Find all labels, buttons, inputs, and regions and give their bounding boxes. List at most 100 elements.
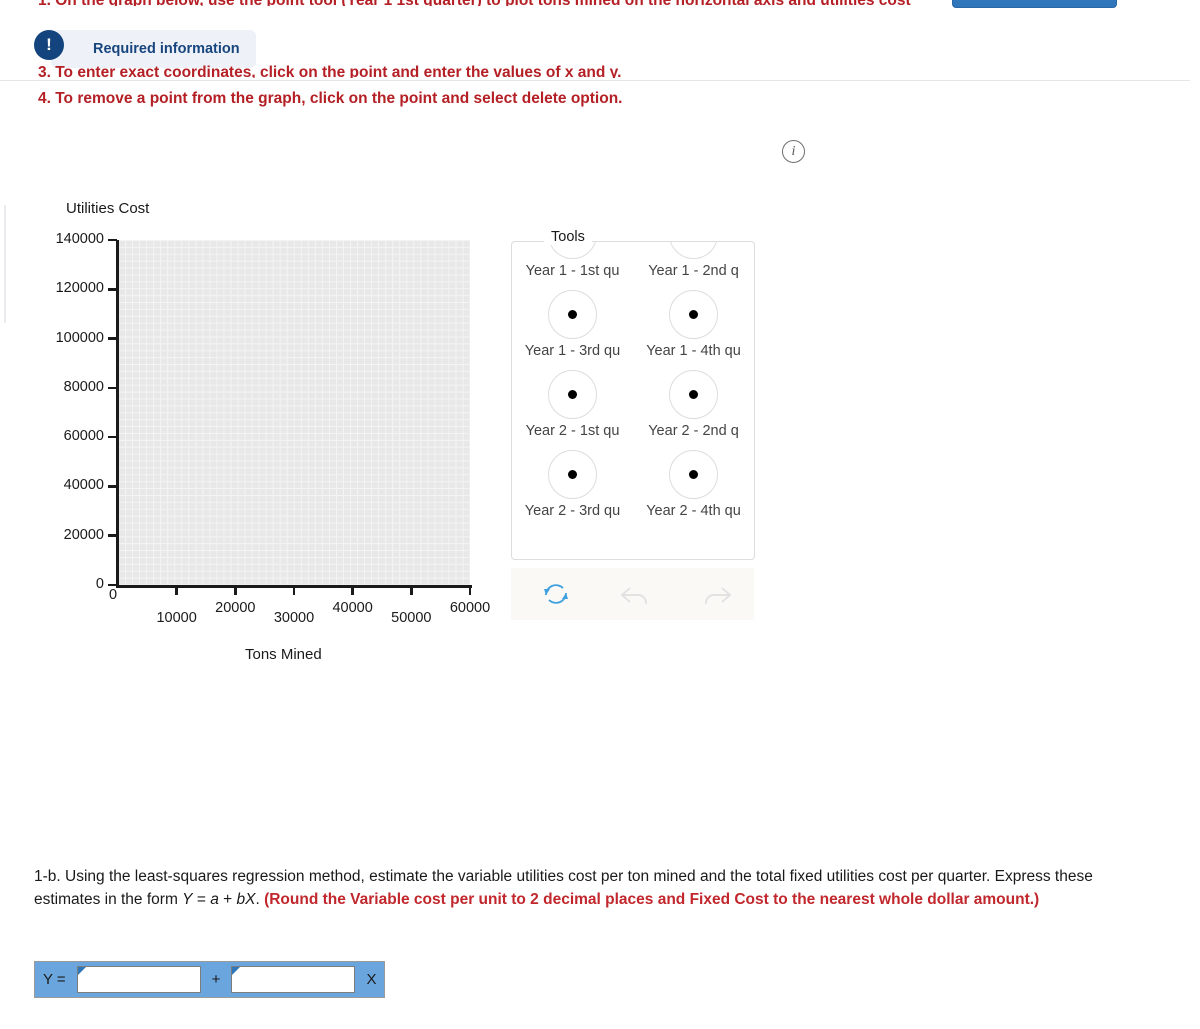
chart-x-tick [410, 586, 413, 595]
chart-y-tick [108, 288, 117, 291]
tool-year1-q3-label: Year 1 - 3rd qu [524, 343, 621, 359]
point-tool-icon[interactable] [548, 370, 597, 419]
chart-y-tick-label-wrap: 60000 [18, 428, 104, 446]
reset-icon[interactable] [539, 578, 573, 610]
tools-action-bar [511, 568, 754, 620]
formula-a: a [210, 891, 219, 908]
chart-y-tick-label: 80000 [63, 378, 104, 395]
tool-year2-q3-label: Year 2 - 3rd qu [524, 503, 621, 519]
chart-y-tick [108, 534, 117, 537]
formula-eq: = [192, 891, 211, 908]
tool-year1-q1[interactable]: Year 1 - 1st qu [512, 242, 633, 279]
variable-cost-input[interactable] [232, 967, 355, 992]
chart-x-tick [292, 586, 296, 595]
chart-y-tick-label: 100000 [55, 329, 104, 346]
chart-x-tick [468, 586, 472, 595]
point-tool-icon[interactable] [548, 290, 597, 339]
chart-x-tick-label: 50000 [391, 610, 432, 626]
chart-y-tick-label-wrap: 80000 [18, 379, 104, 397]
page-root: 1. On the graph below, use the point too… [0, 0, 1200, 1029]
redo-icon[interactable] [699, 578, 733, 610]
chart-x-tick-label: 10000 [156, 610, 197, 626]
tool-year2-q4-label: Year 2 - 4th qu [646, 503, 741, 519]
point-tool-icon[interactable] [669, 242, 718, 259]
chart-y-tick-label-wrap: 40000 [18, 477, 104, 495]
submit-button[interactable] [952, 0, 1117, 8]
tool-year2-q2[interactable]: Year 2 - 2nd q [633, 370, 754, 439]
point-dot-icon [689, 390, 698, 399]
formula-y: Y [182, 891, 193, 908]
chart-y-tick-label: 20000 [63, 526, 104, 543]
point-tool-icon[interactable] [669, 450, 718, 499]
fixed-cost-input-wrap[interactable] [76, 966, 201, 993]
chart-x-tick-label: 40000 [332, 600, 373, 616]
fixed-cost-input[interactable] [77, 967, 200, 992]
chart-x-tick [234, 586, 237, 595]
point-dot-icon [568, 390, 577, 399]
tools-panel: Year 1 - 1st qu Year 1 - 2nd q Year 1 - 3r… [511, 241, 755, 560]
formula-end: . [255, 891, 265, 908]
point-tool-icon[interactable] [669, 370, 718, 419]
chart-x-tick-label: 20000 [215, 600, 256, 616]
chart-y-tick [108, 485, 117, 488]
answer-x-label: X [358, 962, 385, 997]
section-divider [0, 80, 1190, 81]
point-dot-icon [568, 310, 577, 319]
question-1b: 1-b. Using the least-squares regression … [34, 865, 1124, 911]
tool-year1-q4[interactable]: Year 1 - 4th qu [633, 290, 754, 359]
point-dot-icon [689, 470, 698, 479]
formula-plus: + [218, 891, 237, 908]
chart-x-tick-label: 30000 [273, 610, 315, 626]
point-tool-icon[interactable] [669, 290, 718, 339]
chart-y-tick-label: 40000 [63, 477, 104, 494]
answer-y-label: Y = [35, 962, 74, 997]
info-icon[interactable]: i [782, 140, 805, 163]
chart-y-tick-label: 0 [95, 576, 104, 592]
variable-cost-input-wrap[interactable] [231, 966, 356, 993]
tool-year1-q3[interactable]: Year 1 - 3rd qu [512, 290, 633, 359]
chart-y-tick [108, 337, 117, 340]
undo-icon[interactable] [619, 578, 653, 610]
tools-panel-legend: Tools [544, 229, 592, 245]
exclamation-icon: ! [34, 30, 64, 60]
chart-y-tick-label-wrap: 0 [18, 576, 104, 594]
point-tool-icon[interactable] [548, 450, 597, 499]
tool-year1-q4-label: Year 1 - 4th qu [646, 343, 741, 359]
formula-b: bX [236, 891, 256, 908]
chart-y-tick-label-wrap: 20000 [18, 527, 104, 545]
tool-year1-q1-label: Year 1 - 1st qu [525, 263, 620, 279]
left-accent-rule [4, 205, 6, 323]
chart-x-tick-label: 60000 [449, 600, 491, 616]
chart-x-tick-label: 0 [108, 587, 118, 603]
tool-year1-q2[interactable]: Year 1 - 2nd q [633, 242, 754, 279]
chart-y-tick-label: 60000 [63, 428, 104, 445]
tool-year2-q2-label: Year 2 - 2nd q [648, 423, 739, 439]
chart-x-tick [175, 586, 178, 595]
instruction-line-1: 1. On the graph below, use the point too… [38, 0, 911, 6]
instruction-line-4: 4. To remove a point from the graph, cli… [38, 90, 623, 107]
chart-plot-area[interactable] [118, 240, 470, 585]
chart-y-tick-label-wrap: 120000 [18, 280, 104, 298]
chart-y-tick-label: 140000 [55, 231, 104, 247]
tool-year1-q2-label: Year 1 - 2nd q [648, 263, 739, 279]
tool-year2-q3[interactable]: Year 2 - 3rd qu [512, 450, 633, 519]
chart-y-tick-label-wrap: 100000 [18, 330, 104, 348]
point-dot-icon [568, 470, 577, 479]
tool-year2-q4[interactable]: Year 2 - 4th qu [633, 450, 754, 519]
chart-y-tick-label: 120000 [55, 280, 104, 297]
chart-x-tick [351, 586, 354, 595]
chart-y-tick-label-wrap: 140000 [18, 231, 104, 249]
chart-y-tick [108, 435, 117, 439]
question-1b-red-note: (Round the Variable cost per unit to 2 d… [264, 891, 1040, 908]
answer-entry-row: Y = + X [34, 961, 386, 998]
chart-y-tick [108, 238, 117, 242]
chart-x-axis-title: Tons Mined [245, 646, 322, 663]
tool-year2-q1[interactable]: Year 2 - 1st qu [512, 370, 633, 439]
chart-y-axis-title: Utilities Cost [66, 200, 150, 217]
required-information-label: Required information [51, 30, 256, 68]
tool-year2-q1-label: Year 2 - 1st qu [525, 423, 620, 439]
chart-y-tick [108, 583, 117, 587]
chart-y-tick [108, 386, 117, 390]
point-dot-icon [689, 310, 698, 319]
answer-plus-label: + [203, 962, 229, 997]
